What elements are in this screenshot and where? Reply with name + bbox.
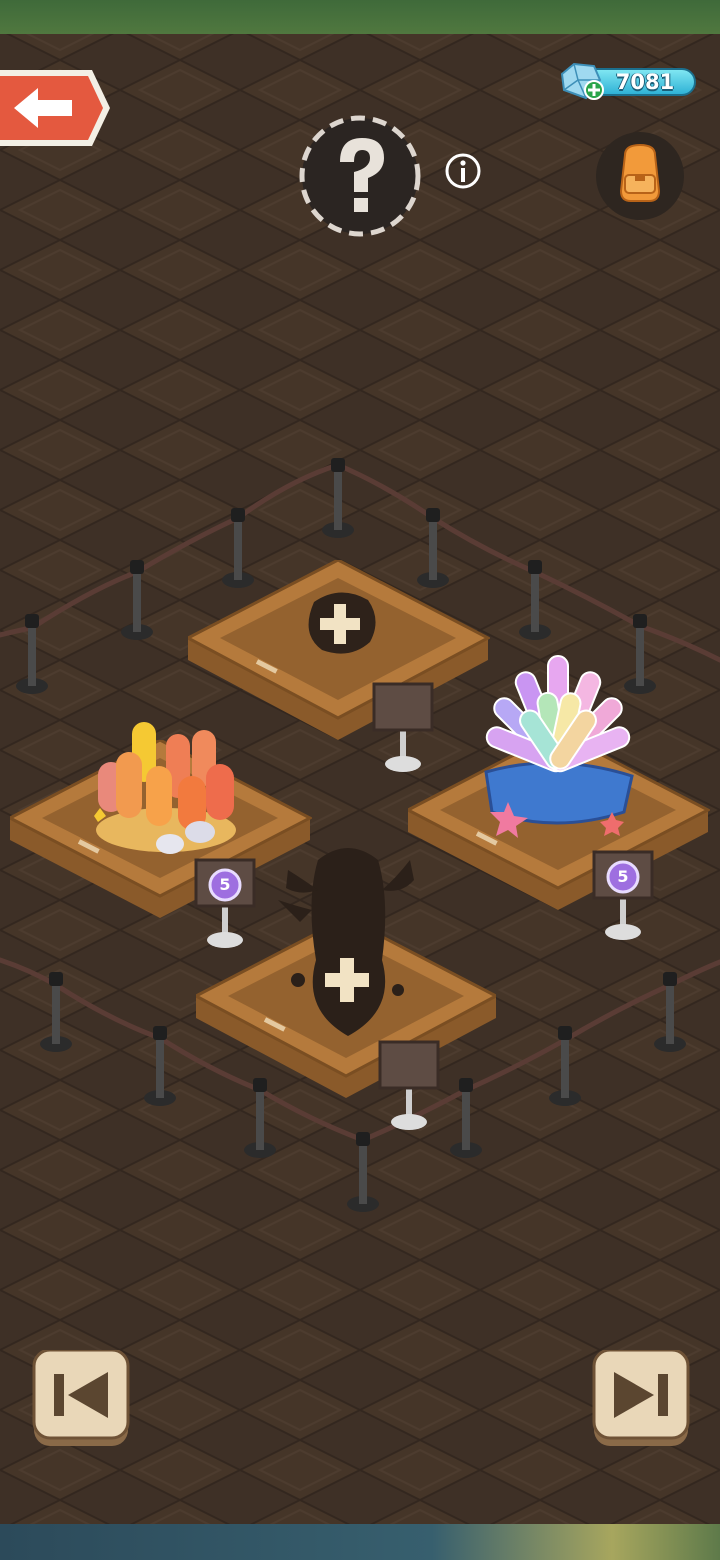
gem-count: 7081 — [615, 70, 675, 94]
info-icon[interactable] — [443, 151, 483, 191]
previous-exhibit-button[interactable] — [32, 1350, 130, 1448]
level-badge-right: 5 — [617, 867, 629, 886]
plus-icon — [308, 592, 376, 654]
level-badge-left: 5 — [219, 875, 231, 894]
back-button[interactable] — [0, 68, 112, 148]
backpack-button[interactable] — [595, 131, 685, 221]
blue-gem-icon — [560, 62, 604, 100]
game-screen: 5 5 7081 — [0, 0, 720, 1560]
backpack-icon — [619, 143, 661, 202]
barrier-posts-front — [40, 972, 686, 1212]
help-button[interactable] — [298, 114, 422, 238]
gem-counter[interactable]: 7081 — [556, 62, 698, 102]
rainbow-sea-anemone — [484, 655, 634, 838]
next-exhibit-button[interactable] — [592, 1350, 690, 1448]
orange-tube-coral — [94, 722, 236, 854]
